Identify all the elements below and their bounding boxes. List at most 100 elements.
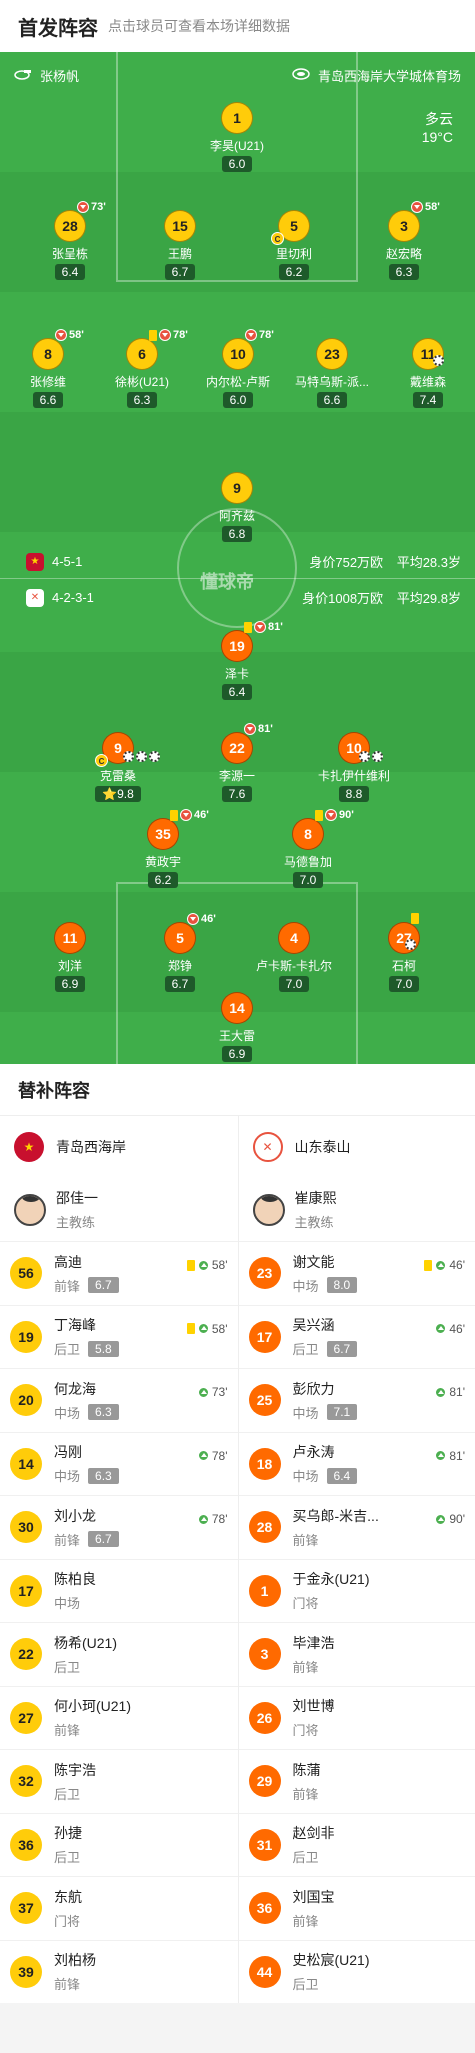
weather-condition: 多云 <box>425 111 453 127</box>
sub-in-icon <box>197 1386 209 1398</box>
sub-player-row[interactable]: 39 刘柏杨 前锋 <box>0 1941 238 2004</box>
sub-player-row[interactable]: 25 彭欣力 中场 7.1 81' <box>238 1369 475 1433</box>
player-number: 19 <box>10 1320 42 1353</box>
sub-in-time: 78' <box>211 1512 228 1526</box>
player-name: 马特乌斯-派... <box>295 375 369 389</box>
sub-time: 58' <box>69 329 84 341</box>
away-player-22[interactable]: 22 81' 李源一 7.6 <box>192 723 282 803</box>
player-name: 东航 <box>54 1888 82 1905</box>
sub-player-row[interactable]: 1 于金永(U21) 门将 <box>238 1560 475 1623</box>
sub-player-row[interactable]: 29 陈蒲 前锋 <box>238 1750 475 1814</box>
sub-time: 90' <box>339 809 354 821</box>
home-player-9[interactable]: 9 阿齐兹 6.8 <box>192 472 282 543</box>
home-player-1[interactable]: 1 李昊(U21) 6.0 <box>192 102 282 173</box>
home-coach[interactable]: 邵佳一 主教练 <box>0 1178 238 1242</box>
away-player-9[interactable]: 9C 克雷桑 ⭐9.8 <box>73 732 163 803</box>
home-player-5[interactable]: 5C 里切利 6.2 <box>249 210 339 281</box>
sub-player-row[interactable]: 27 何小珂(U21) 前锋 <box>0 1687 238 1750</box>
yellow-card-icon <box>424 1259 433 1271</box>
away-player-11[interactable]: 11 刘洋 6.9 <box>25 922 115 993</box>
player-position: 后卫 <box>292 1977 319 1993</box>
home-player-3[interactable]: 3 58' 赵宏略 6.3 <box>359 201 449 281</box>
sub-player-row[interactable]: 17 吴兴涵 后卫 6.7 46' <box>238 1306 475 1369</box>
player-rating: 7.4 <box>412 392 444 408</box>
player-name: 李昊(U21) <box>209 139 264 153</box>
player-number: 28 <box>248 1511 281 1544</box>
away-player-35[interactable]: 35 46' 黄政宇 6.2 <box>118 809 209 889</box>
coach-name: 邵佳一 <box>56 1190 98 1206</box>
player-position: 中场 <box>54 1469 81 1485</box>
player-rating: 8.0 <box>326 1277 358 1294</box>
player-number: 1 <box>248 1574 281 1607</box>
sub-time: 73' <box>91 201 106 213</box>
sub-in-info: 73' <box>197 1385 228 1399</box>
home-player-6[interactable]: 6 78' 徐彬(U21) 6.3 <box>97 329 188 409</box>
player-number: 39 <box>10 1955 42 1988</box>
stadium-name: 青岛西海岸大学城体育场 <box>317 69 461 84</box>
player-number: 32 <box>10 1765 42 1798</box>
home-player-10[interactable]: 10 78' 内尔松-卢斯 6.0 <box>193 329 283 409</box>
away-player-27[interactable]: 27 石柯 7.0 <box>359 913 449 993</box>
sub-player-row[interactable]: 23 谢文能 中场 8.0 46' <box>238 1242 475 1306</box>
away-player-19[interactable]: 19 81' 泽卡 6.4 <box>192 621 283 701</box>
player-position: 门将 <box>54 1913 81 1929</box>
sub-player-row[interactable]: 28 买乌郎-米吉... 前锋 90' <box>238 1496 475 1560</box>
yellow-card-icon <box>170 809 178 821</box>
player-position: 后卫 <box>54 1850 81 1866</box>
sub-player-row[interactable]: 36 孙捷 后卫 <box>0 1814 238 1877</box>
player-name: 陈柏良 <box>54 1571 96 1588</box>
home-player-11[interactable]: 11 戴维森 7.4 <box>383 338 473 409</box>
away-formation-row: ✕ 4-2-3-1 身价1008万欧 平均29.8岁 <box>26 588 461 607</box>
player-number: 8 <box>304 826 312 842</box>
away-player-8[interactable]: 8 90' 马德鲁加 7.0 <box>263 809 354 889</box>
player-number: 30 <box>10 1511 42 1544</box>
player-name: 陈宇浩 <box>54 1761 96 1778</box>
sub-player-row[interactable]: 3 毕津浩 前锋 <box>238 1623 475 1687</box>
player-position: 中场 <box>292 1278 319 1294</box>
sub-player-row[interactable]: 22 杨希(U21) 后卫 <box>0 1623 238 1687</box>
sub-player-row[interactable]: 32 陈宇浩 后卫 <box>0 1750 238 1814</box>
away-formation: 4-2-3-1 <box>52 590 94 605</box>
away-subs-column: ✕ 山东泰山 崔康熙 主教练 23 谢文能 中场 8.0 46' 17 吴兴涵 后卫 6.7 46… <box>237 1116 475 2004</box>
player-rating: 6.0 <box>221 156 253 172</box>
home-player-28[interactable]: 28 73' 张呈栋 6.4 <box>25 201 115 281</box>
yellow-card-icon <box>186 1259 195 1271</box>
player-number: 22 <box>229 740 245 756</box>
sub-player-row[interactable]: 56 高迪 前锋 6.7 58' <box>0 1242 238 1306</box>
page-bottom-gap <box>0 2003 475 2053</box>
player-name: 张呈栋 <box>51 247 88 261</box>
yellow-card-icon <box>315 809 323 821</box>
player-rating: 6.8 <box>221 526 253 542</box>
sub-player-row[interactable]: 20 何龙海 中场 6.3 73' <box>0 1369 238 1433</box>
sub-player-row[interactable]: 18 卢永涛 中场 6.4 81' <box>238 1433 475 1496</box>
sub-in-info: 58' <box>186 1258 228 1272</box>
sub-player-row[interactable]: 44 史松宸(U21) 后卫 <box>238 1941 475 2004</box>
away-player-10[interactable]: 10 卡扎伊什维利 8.8 <box>309 732 399 803</box>
sub-player-row[interactable]: 36 刘国宝 前锋 <box>238 1877 475 1941</box>
player-rating: 6.9 <box>221 1046 253 1062</box>
sub-player-row[interactable]: 31 赵剑非 后卫 <box>238 1814 475 1877</box>
player-rating: 6.9 <box>54 976 86 992</box>
lineup-header: 首发阵容 点击球员可查看本场详细数据 <box>0 0 475 52</box>
sub-player-row[interactable]: 37 东航 门将 <box>0 1877 238 1941</box>
player-name: 张修维 <box>29 375 66 389</box>
home-player-8[interactable]: 8 58' 张修维 6.6 <box>3 329 93 409</box>
home-avg-age: 平均28.3岁 <box>396 555 461 570</box>
sub-player-row[interactable]: 26 刘世博 门将 <box>238 1687 475 1750</box>
home-player-15[interactable]: 15 王鹏 6.7 <box>135 210 225 281</box>
player-number: 19 <box>229 638 245 654</box>
sub-player-row[interactable]: 19 丁海峰 后卫 5.8 58' <box>0 1306 238 1369</box>
away-player-14[interactable]: 14 王大雷 6.9 <box>192 992 282 1063</box>
player-rating: 6.2 <box>147 872 179 888</box>
player-position: 门将 <box>292 1723 319 1739</box>
player-number: 28 <box>62 218 78 234</box>
away-coach[interactable]: 崔康熙 主教练 <box>238 1178 475 1242</box>
sub-player-row[interactable]: 17 陈柏良 中场 <box>0 1560 238 1623</box>
player-name: 里切利 <box>275 247 312 261</box>
home-player-23[interactable]: 23 马特乌斯-派... 6.6 <box>287 338 377 409</box>
sub-player-row[interactable]: 14 冯刚 中场 6.3 78' <box>0 1433 238 1496</box>
player-number: 14 <box>10 1447 42 1480</box>
away-player-5[interactable]: 5 46' 郑铮 6.7 <box>135 913 225 993</box>
away-player-4[interactable]: 4 卢卡斯-卡扎尔 7.0 <box>249 922 339 993</box>
sub-player-row[interactable]: 30 刘小龙 前锋 6.7 78' <box>0 1496 238 1560</box>
